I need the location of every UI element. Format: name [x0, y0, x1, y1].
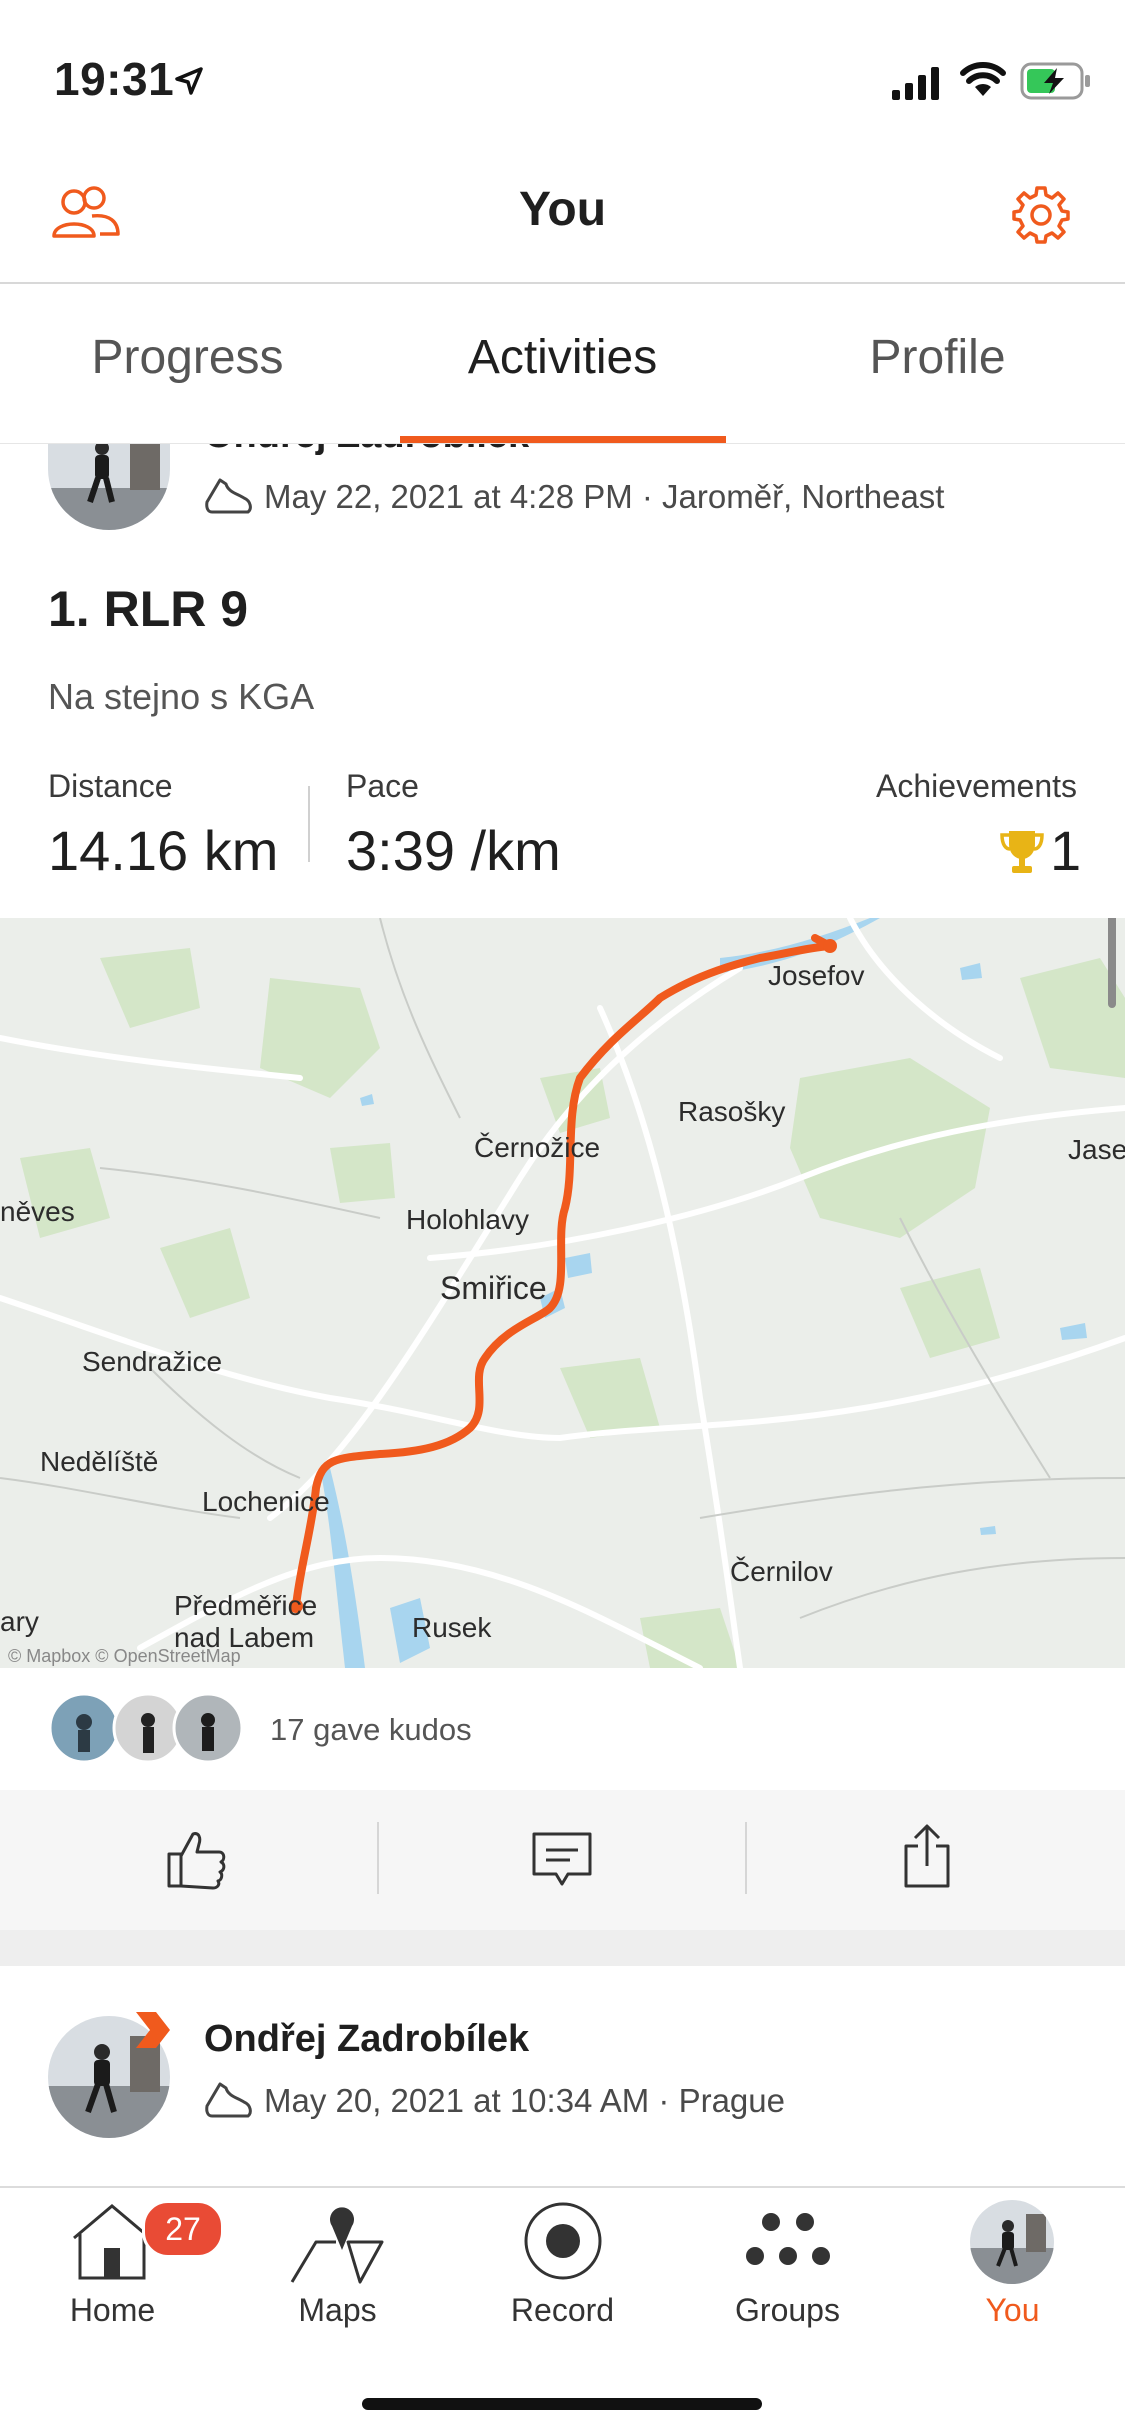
- scroll-indicator: [1108, 918, 1116, 1008]
- gear-icon[interactable]: [1010, 184, 1072, 246]
- map-label-lochenice: Lochenice: [202, 1486, 330, 1517]
- achievements-count: 1: [1050, 819, 1082, 882]
- activity-description: Na stejno s KGA: [48, 676, 315, 717]
- trophy-icon: [1000, 831, 1044, 873]
- kudos-avatars[interactable]: [48, 1692, 248, 1764]
- pace-label: Pace: [346, 768, 419, 804]
- page-title: You: [518, 183, 607, 236]
- map-label-jase: Jase: [1068, 1134, 1125, 1165]
- map-graphic: [0, 918, 1125, 1668]
- header-divider: [0, 282, 1125, 284]
- groups-icon: [746, 2213, 830, 2265]
- tab-profile[interactable]: Profile: [750, 330, 1125, 385]
- cellular-signal-icon: [892, 67, 939, 100]
- tab-progress-label: Progress: [91, 331, 284, 384]
- distance-value: 14.16 km: [48, 819, 279, 882]
- map-label-cernilov: Černilov: [730, 1556, 833, 1587]
- action-divider: [745, 1822, 747, 1894]
- tab-activities-label: Activities: [467, 331, 658, 384]
- map-label-rusek: Rusek: [412, 1612, 492, 1643]
- action-divider: [377, 1822, 379, 1894]
- tab-bar-home[interactable]: 27 Home: [0, 2200, 225, 2340]
- tab-profile-label: Profile: [869, 331, 1006, 384]
- next-activity-date-location: May 20, 2021 at 10:34 AM · Prague: [264, 2082, 785, 2119]
- feed-separator: [0, 1930, 1125, 1966]
- status-bar: 19:31: [0, 0, 1125, 150]
- profile-avatar: [970, 2200, 1054, 2284]
- comment-icon[interactable]: [528, 1828, 596, 1892]
- map-label-holohlavy: Holohlavy: [406, 1204, 529, 1235]
- kudos-avatar-group: [48, 1692, 244, 1764]
- map-label-predmerice: Předměřice: [174, 1590, 318, 1621]
- shoe-icon: [205, 478, 252, 514]
- active-tab-indicator: [400, 436, 726, 443]
- map-label-neves: něves: [0, 1196, 75, 1227]
- map-label-ary: ary: [0, 1606, 39, 1637]
- map-icon: [290, 2207, 384, 2284]
- share-icon[interactable]: [900, 1820, 954, 1892]
- achievements-label: Achievements: [876, 768, 1077, 804]
- map-label-smirice: Smiřice: [440, 1270, 547, 1306]
- kudos-thumbs-up-icon[interactable]: [163, 1826, 229, 1892]
- tab-activities[interactable]: Activities: [375, 330, 750, 385]
- athlete-avatar[interactable]: [48, 444, 170, 530]
- tab-bar-maps[interactable]: Maps: [225, 2200, 450, 2340]
- map-label-sendrazice: Sendražice: [82, 1346, 223, 1377]
- shoe-icon: [205, 2082, 252, 2118]
- tab-bar-home-label: Home: [69, 2292, 156, 2328]
- tab-bar-you-label: You: [985, 2292, 1040, 2328]
- activity-title[interactable]: 1. RLR 9: [48, 580, 248, 638]
- tab-bar-record-label: Record: [510, 2292, 615, 2328]
- stat-divider: [308, 786, 310, 862]
- tab-bar-maps-label: Maps: [298, 2292, 377, 2328]
- tab-bar-groups[interactable]: Groups: [675, 2200, 900, 2340]
- distance-label: Distance: [48, 768, 173, 804]
- subscriber-chevron-badge: [136, 2012, 170, 2048]
- record-icon: [524, 2202, 602, 2280]
- athlete-name[interactable]: Ondřej Zadrobílek: [204, 444, 529, 457]
- map-attribution[interactable]: © Mapbox © OpenStreetMap: [8, 1646, 241, 1667]
- location-arrow-icon: [175, 67, 203, 95]
- home-icon: [73, 2204, 151, 2280]
- athlete-photo: [970, 2200, 1054, 2284]
- status-time: 19:31: [54, 53, 175, 105]
- tab-bar-divider: [0, 2186, 1125, 2188]
- athlete-photo: [48, 444, 170, 530]
- map-label-rasosky: Rasošky: [678, 1096, 786, 1127]
- route-end-marker: [823, 939, 837, 953]
- tab-bar-groups-label: Groups: [735, 2292, 840, 2328]
- map-label-josefov: Josefov: [768, 960, 865, 991]
- map-label-cernozice: Černožice: [474, 1132, 601, 1163]
- tab-progress[interactable]: Progress: [0, 330, 375, 385]
- activity-date-location: May 22, 2021 at 4:28 PM · Jaroměř, North…: [264, 478, 945, 515]
- kudos-count[interactable]: 17 gave kudos: [270, 1712, 472, 1748]
- wifi-icon: [960, 62, 1006, 96]
- tab-bar-record[interactable]: Record: [450, 2200, 675, 2340]
- tab-bar-you[interactable]: You: [900, 2200, 1125, 2340]
- pace-value: 3:39 /km: [346, 819, 561, 882]
- home-indicator[interactable]: [362, 2398, 762, 2410]
- map-label-nedeliste: Nedělíště: [40, 1446, 159, 1477]
- next-athlete-name[interactable]: Ondřej Zadrobílek: [204, 2018, 529, 2061]
- notification-badge: 27: [142, 2200, 224, 2258]
- battery-charging-icon: [1020, 62, 1090, 100]
- route-map[interactable]: Josefov Rasošky Černožice Jase něves Hol…: [0, 918, 1125, 1668]
